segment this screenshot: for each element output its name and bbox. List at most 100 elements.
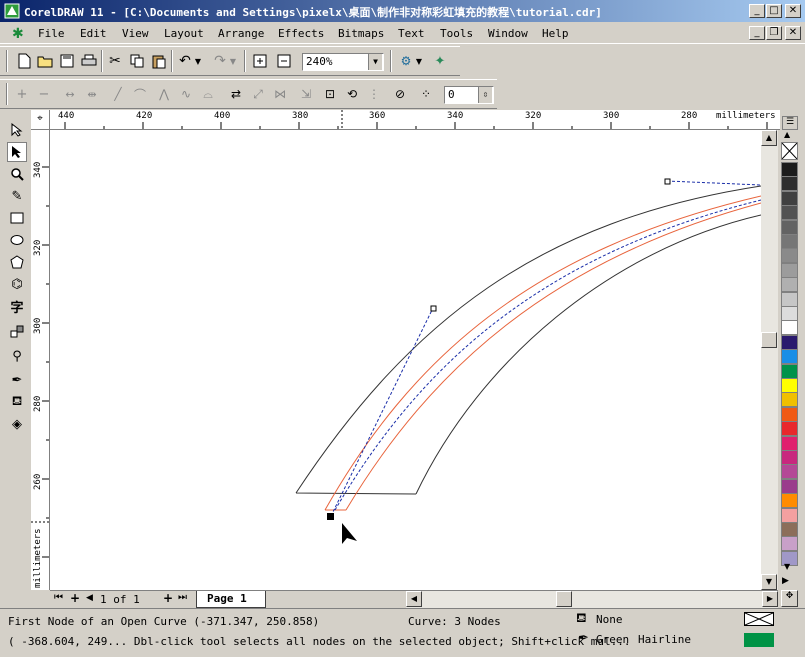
color-swatch[interactable]: [781, 248, 798, 264]
color-swatch[interactable]: [781, 493, 798, 509]
color-swatch[interactable]: [781, 378, 798, 393]
first-page-button[interactable]: ⏮: [54, 592, 63, 603]
freehand-tool-icon[interactable]: ✎: [7, 186, 27, 206]
interactive-blend-tool-icon[interactable]: [7, 322, 27, 342]
doc-minimize-button[interactable]: _: [749, 26, 765, 40]
smooth-node-icon[interactable]: ∿: [176, 84, 196, 104]
eyedropper-tool-icon[interactable]: ⚲: [7, 346, 27, 366]
color-swatch[interactable]: [781, 176, 798, 192]
app-menu-icon[interactable]: ✱: [12, 26, 24, 42]
horizontal-ruler[interactable]: 440 420 400 380 360 340 320 300 280 mill…: [50, 110, 780, 130]
join-nodes-icon[interactable]: ↔: [60, 84, 80, 104]
zoom-dropdown-icon[interactable]: ▼: [368, 54, 382, 70]
zoom-level-field[interactable]: 240% ▼: [302, 53, 384, 71]
color-swatch[interactable]: [781, 435, 798, 451]
add-node-icon[interactable]: +: [12, 84, 32, 104]
color-swatch[interactable]: [781, 392, 798, 408]
vertical-scroll-thumb[interactable]: [761, 332, 777, 348]
convert-to-line-icon[interactable]: ╱: [108, 84, 128, 104]
extend-curve-icon[interactable]: ⤢: [248, 84, 268, 104]
menu-view[interactable]: View: [122, 27, 149, 40]
color-swatch[interactable]: [781, 363, 798, 379]
zoom-tool-icon[interactable]: [7, 164, 27, 184]
break-curve-icon[interactable]: ⇹: [82, 84, 102, 104]
palette-scroll-up-icon[interactable]: ▲: [784, 130, 790, 139]
navigator-button[interactable]: ✥: [781, 590, 798, 607]
color-swatch[interactable]: [781, 277, 798, 293]
menu-layout[interactable]: Layout: [164, 27, 204, 40]
elastic-mode-icon[interactable]: ⋮: [364, 84, 384, 104]
color-swatch[interactable]: [781, 334, 798, 350]
color-swatch[interactable]: [781, 464, 798, 480]
maximize-button[interactable]: □: [766, 4, 782, 18]
outline-tool-icon[interactable]: ✒: [7, 370, 27, 390]
color-swatch[interactable]: [781, 536, 798, 552]
no-color-swatch[interactable]: [781, 142, 798, 160]
undo-icon[interactable]: ↶: [175, 51, 195, 71]
menu-text[interactable]: Text: [398, 27, 425, 40]
color-swatch[interactable]: [781, 450, 798, 465]
add-page-before-button[interactable]: +: [70, 591, 80, 605]
undo-dropdown-icon[interactable]: ▼: [193, 51, 203, 71]
import-icon[interactable]: [250, 51, 270, 71]
add-page-after-button[interactable]: +: [163, 591, 173, 605]
basic-shapes-tool-icon[interactable]: ⌬: [7, 274, 27, 294]
cusp-node-icon[interactable]: ⋀: [154, 84, 174, 104]
outline-color-swatch[interactable]: [744, 633, 774, 647]
page-tab[interactable]: Page 1: [196, 591, 266, 608]
cut-icon[interactable]: ✂: [105, 51, 125, 71]
export-icon[interactable]: [274, 51, 294, 71]
close-button[interactable]: ✕: [785, 4, 801, 18]
prev-page-icon[interactable]: ◀: [86, 593, 93, 603]
rotate-nodes-icon[interactable]: ⊡: [320, 84, 340, 104]
scroll-up-button[interactable]: ▲: [761, 130, 777, 146]
menu-help[interactable]: Help: [542, 27, 569, 40]
curve-smoothness-field[interactable]: 0 ⇳: [444, 86, 494, 104]
minimize-button[interactable]: _: [749, 4, 765, 18]
palette-flyout-icon[interactable]: ▶: [782, 576, 789, 586]
color-swatch[interactable]: [781, 162, 798, 177]
palette-menu-icon[interactable]: ☰: [782, 116, 798, 130]
corel-online-icon[interactable]: ✦: [430, 51, 450, 71]
color-swatch[interactable]: [781, 306, 798, 321]
color-swatch[interactable]: [781, 320, 798, 336]
color-swatch[interactable]: [781, 406, 798, 422]
color-swatch[interactable]: [781, 349, 798, 365]
color-swatch[interactable]: [781, 262, 798, 278]
select-all-nodes-icon[interactable]: ⁘: [416, 84, 436, 104]
menu-arrange[interactable]: Arrange: [218, 27, 264, 40]
text-tool-icon[interactable]: 字: [7, 296, 27, 316]
color-swatch[interactable]: [781, 421, 798, 437]
print-icon[interactable]: [79, 51, 99, 71]
ruler-corner[interactable]: ⌖: [31, 110, 50, 130]
paste-icon[interactable]: [149, 51, 169, 71]
fill-color-swatch[interactable]: [744, 612, 774, 626]
vertical-scrollbar[interactable]: ▲ ▼: [761, 130, 778, 590]
delete-node-icon[interactable]: −: [34, 84, 54, 104]
launcher-dropdown-icon[interactable]: ▼: [414, 51, 424, 71]
convert-to-curve-icon[interactable]: ⌒: [130, 84, 150, 104]
open-icon[interactable]: [35, 51, 55, 71]
extract-subpath-icon[interactable]: ⋈: [270, 84, 290, 104]
polygon-tool-icon[interactable]: [7, 252, 27, 272]
scroll-down-button[interactable]: ▼: [761, 574, 777, 590]
application-launcher-icon[interactable]: ⚙: [396, 51, 416, 71]
color-swatch[interactable]: [781, 507, 798, 523]
color-swatch[interactable]: [781, 478, 798, 494]
menu-window[interactable]: Window: [488, 27, 528, 40]
doc-restore-button[interactable]: ❐: [766, 26, 782, 40]
align-nodes-icon[interactable]: ⟲: [342, 84, 362, 104]
reverse-direction-icon[interactable]: ⇄: [226, 84, 246, 104]
redo-dropdown-icon[interactable]: ▼: [228, 51, 238, 71]
menu-bitmaps[interactable]: Bitmaps: [338, 27, 384, 40]
vertical-ruler[interactable]: 340 320 300 280 260 millimeters: [31, 130, 50, 590]
symmetrical-node-icon[interactable]: ⌓: [198, 84, 218, 104]
doc-close-button[interactable]: ✕: [785, 26, 801, 40]
menu-effects[interactable]: Effects: [278, 27, 324, 40]
color-swatch[interactable]: [781, 205, 798, 221]
horizontal-scrollbar[interactable]: ◀ ▶: [406, 591, 778, 608]
new-document-icon[interactable]: [14, 51, 34, 71]
color-swatch[interactable]: [781, 190, 798, 206]
palette-scroll-down-icon[interactable]: ▼: [784, 562, 790, 571]
fill-tool-icon[interactable]: ⛾: [7, 392, 27, 412]
